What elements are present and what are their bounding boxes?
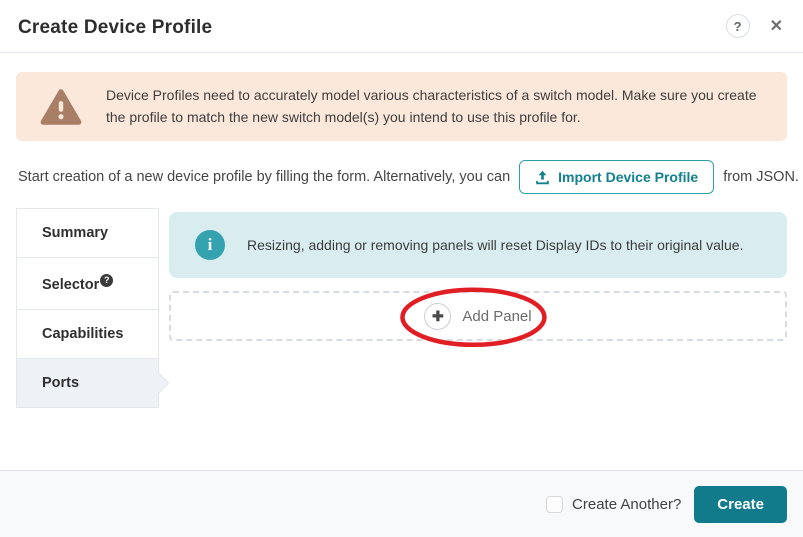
upload-icon [535, 170, 550, 185]
plus-icon: ✚ [424, 303, 451, 330]
tab-capabilities-label: Capabilities [42, 326, 123, 342]
create-button-label: Create [717, 496, 764, 513]
create-button[interactable]: Create [694, 486, 787, 523]
intro-text-before: Start creation of a new device profile b… [18, 169, 510, 185]
create-another-checkbox[interactable] [546, 496, 563, 513]
tab-list: Summary Selector? Capabilities Ports [16, 208, 159, 408]
page-title: Create Device Profile [18, 17, 726, 39]
create-another-label: Create Another? [572, 496, 681, 513]
modal-footer: Create Another? Create [0, 470, 803, 537]
help-glyph: ? [734, 19, 742, 34]
info-banner: i Resizing, adding or removing panels wi… [169, 212, 787, 278]
add-panel-button[interactable]: ✚ Add Panel [424, 303, 531, 330]
help-icon[interactable]: ? [726, 14, 750, 38]
tab-selector[interactable]: Selector? [16, 257, 159, 310]
intro-row: Start creation of a new device profile b… [18, 160, 787, 194]
warning-triangle-icon [40, 88, 82, 126]
warning-banner: Device Profiles need to accurately model… [16, 72, 787, 141]
add-panel-dropzone: ✚ Add Panel [169, 291, 787, 341]
tab-ports[interactable]: Ports [16, 358, 159, 408]
tab-capabilities[interactable]: Capabilities [16, 309, 159, 359]
tab-selector-label: Selector [42, 277, 99, 293]
selector-help-icon[interactable]: ? [100, 274, 113, 287]
intro-text-after: from JSON. [723, 169, 799, 185]
close-icon[interactable]: ✕ [770, 17, 783, 37]
plus-glyph: ✚ [432, 308, 444, 325]
info-icon-glyph: i [208, 235, 213, 255]
import-device-profile-button[interactable]: Import Device Profile [519, 160, 714, 194]
info-icon: i [195, 230, 225, 260]
close-glyph: ✕ [770, 18, 783, 35]
info-text: Resizing, adding or removing panels will… [247, 237, 743, 253]
add-panel-label: Add Panel [462, 308, 531, 325]
tab-summary[interactable]: Summary [16, 208, 159, 258]
modal-header: Create Device Profile ? ✕ [0, 0, 803, 53]
tab-summary-label: Summary [42, 225, 108, 241]
ports-tab-content: i Resizing, adding or removing panels wi… [169, 212, 787, 341]
tab-ports-label: Ports [42, 375, 79, 391]
main-row: Summary Selector? Capabilities Ports i R… [16, 208, 787, 408]
warning-text: Device Profiles need to accurately model… [106, 85, 761, 128]
import-button-label: Import Device Profile [558, 169, 698, 185]
create-another-checkbox-wrap[interactable]: Create Another? [546, 496, 681, 513]
